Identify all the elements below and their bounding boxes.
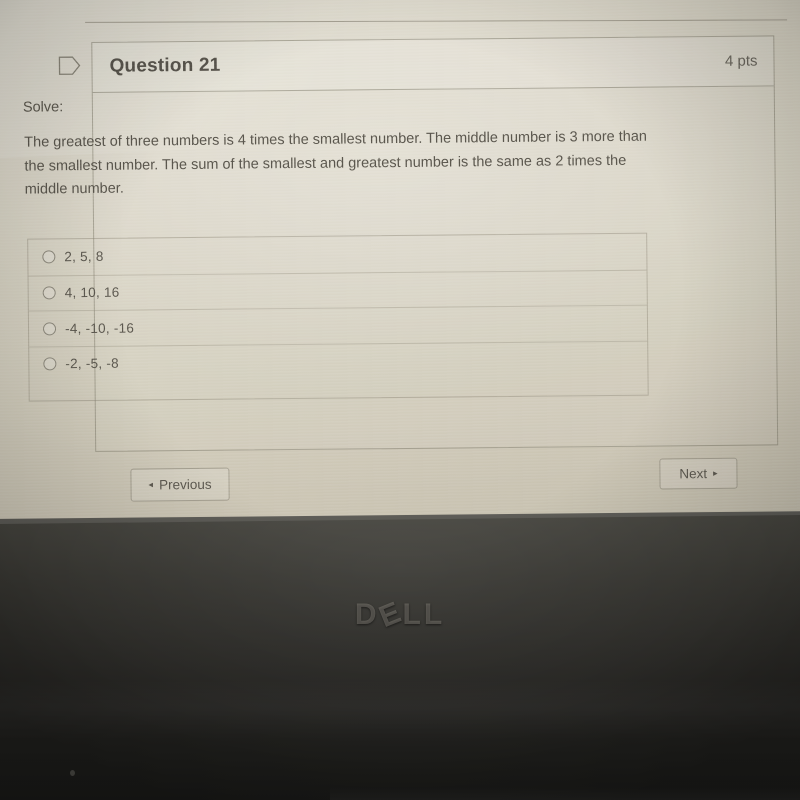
quiz-page: Question 21 4 pts Solve: The greatest of… — [0, 0, 800, 524]
question-header: Question 21 4 pts — [92, 36, 774, 93]
question-title: Question 21 — [109, 54, 221, 77]
answer-option[interactable]: 2, 5, 8 — [28, 234, 646, 275]
radio-button-icon[interactable] — [42, 322, 57, 336]
surface-speck — [70, 770, 75, 776]
laptop-photo: Question 21 4 pts Solve: The greatest of… — [0, 0, 800, 800]
previous-button-label: Previous — [158, 476, 212, 493]
answer-option-label: -2, -5, -8 — [65, 355, 119, 372]
dell-brand-logo: DELL — [0, 595, 800, 634]
answer-options-list: 2, 5, 8 4, 10, 16 -4, -10, -16 -2, -5, -… — [27, 232, 649, 402]
question-points-badge: 4 pts — [724, 52, 758, 70]
laptop-bezel: DELL — [0, 515, 800, 800]
answer-option[interactable]: -4, -10, -16 — [28, 304, 648, 347]
answer-option[interactable]: 4, 10, 16 — [28, 269, 647, 311]
bezel-sheen-lower — [330, 787, 800, 800]
previous-button[interactable]: ◂ Previous — [130, 467, 230, 502]
question-prompt-text: The greatest of three numbers is 4 times… — [24, 128, 648, 198]
radio-button-icon[interactable] — [42, 286, 56, 300]
prompt-label: Solve: — [22, 99, 64, 116]
answer-option-label: 2, 5, 8 — [64, 249, 104, 265]
answer-option-label: -4, -10, -16 — [64, 320, 135, 336]
chevron-right-icon: ▸ — [713, 467, 718, 479]
next-button[interactable]: Next ▸ — [659, 457, 738, 490]
chevron-left-icon: ◂ — [148, 479, 154, 490]
radio-button-icon[interactable] — [43, 357, 57, 371]
next-button-label: Next — [679, 466, 708, 482]
bezel-sheen — [0, 680, 800, 740]
radio-button-icon[interactable] — [42, 250, 56, 264]
page-top-divider — [85, 19, 788, 23]
dell-logo-suffix: LL — [402, 598, 446, 631]
answer-option-label: 4, 10, 16 — [64, 284, 120, 301]
answer-option[interactable]: -2, -5, -8 — [29, 340, 648, 382]
laptop-screen: Question 21 4 pts Solve: The greatest of… — [0, 0, 800, 536]
question-flag-icon[interactable] — [58, 56, 81, 75]
